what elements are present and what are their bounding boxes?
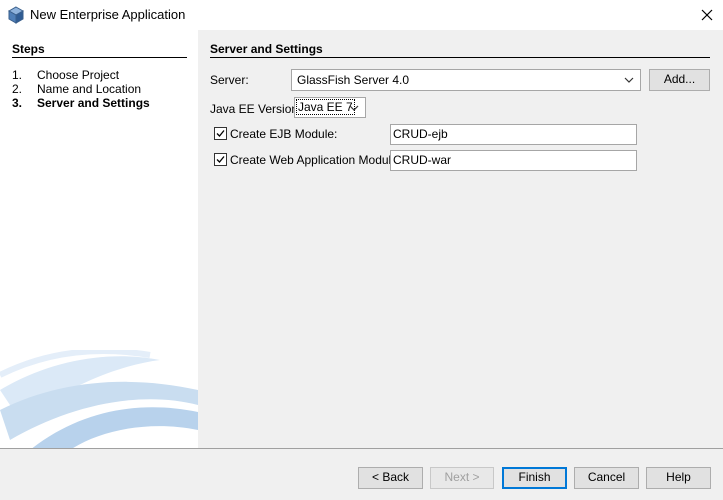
javaee-version-label: Java EE Version: [210,102,302,116]
add-server-button[interactable]: Add... [649,69,710,91]
button-bar: < Back Next > Finish Cancel Help [0,448,723,500]
create-ejb-label: Create EJB Module: [230,127,338,141]
javaee-version-value: Java EE 7 [296,99,355,115]
step-number: 1. [12,68,23,82]
finish-button[interactable]: Finish [502,467,567,489]
back-button[interactable]: < Back [358,467,423,489]
title-bar: New Enterprise Application [0,0,723,30]
server-select[interactable]: GlassFish Server 4.0 [291,69,641,91]
help-button[interactable]: Help [646,467,711,489]
server-value: GlassFish Server 4.0 [297,73,410,87]
chevron-down-icon [624,77,634,83]
steps-divider [12,57,187,58]
steps-title: Steps [12,42,45,56]
web-module-name-value: CRUD-war [393,153,451,167]
section-divider [210,57,710,58]
server-label: Server: [210,73,249,87]
step-server-and-settings: 3. Server and Settings [12,96,150,110]
create-web-module-label: Create Web Application Module: [230,153,402,167]
ejb-module-name-input[interactable]: CRUD-ejb [390,124,637,145]
ejb-module-name-value: CRUD-ejb [393,127,448,141]
step-name-and-location: 2. Name and Location [12,82,141,96]
settings-panel: Server and Settings Server: GlassFish Se… [198,30,723,448]
cube-icon [7,6,25,24]
checkmark-icon [216,130,225,137]
steps-panel: Steps 1. Choose Project 2. Name and Locati… [0,30,198,448]
close-icon [701,9,713,21]
next-button[interactable]: Next > [430,467,494,489]
create-ejb-checkbox[interactable] [214,127,227,140]
window-title: New Enterprise Application [30,7,186,22]
step-number: 2. [12,82,23,96]
wave-decoration [0,350,198,448]
section-title: Server and Settings [210,42,323,56]
step-label: Name and Location [37,82,142,96]
chevron-down-icon [349,105,359,111]
step-label: Choose Project [37,68,120,82]
create-web-module-checkbox[interactable] [214,153,227,166]
step-choose-project: 1. Choose Project [12,68,119,82]
checkmark-icon [216,156,225,163]
close-button[interactable] [694,4,720,26]
step-label: Server and Settings [37,96,150,110]
javaee-version-select[interactable]: Java EE 7 [294,97,366,118]
step-number: 3. [12,96,23,110]
web-module-name-input[interactable]: CRUD-war [390,150,637,171]
cancel-button[interactable]: Cancel [574,467,639,489]
